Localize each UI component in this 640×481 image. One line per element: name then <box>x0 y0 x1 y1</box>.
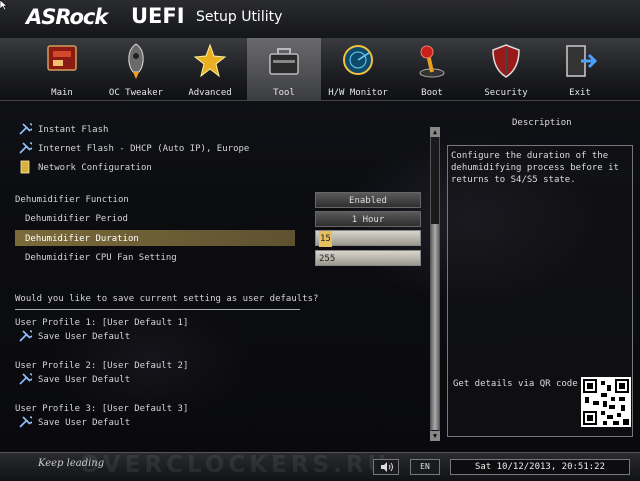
menu-item-network-configuration[interactable]: Network Configuration <box>38 163 152 173</box>
user-profile-2-title: User Profile 2: [User Default 2] <box>15 361 189 371</box>
tab-tool-label: Tool <box>273 88 295 98</box>
tab-security-label: Security <box>484 88 528 98</box>
scroll-up-icon[interactable]: ▲ <box>430 127 440 137</box>
radar-icon <box>343 45 373 75</box>
tab-security[interactable]: Security <box>469 38 543 100</box>
wrench-icon <box>19 373 32 385</box>
duration-input-value: 15 <box>319 231 332 247</box>
wrench-icon <box>19 123 32 135</box>
joystick-icon <box>419 45 445 78</box>
save-user-default-2-button[interactable]: Save User Default <box>38 375 130 385</box>
user-profile-3-title: User Profile 3: [User Default 3] <box>15 404 189 414</box>
dehumidifier-function-select[interactable]: Enabled <box>315 192 421 208</box>
tab-advanced[interactable]: Advanced <box>173 38 247 100</box>
tab-tool[interactable]: Tool <box>247 38 321 100</box>
wrench-icon <box>19 142 32 154</box>
wrench-icon <box>19 416 32 428</box>
dehumidifier-cpu-fan-input[interactable]: 255 <box>315 250 421 266</box>
main-nav: Main OC Tweaker Advanced Tool H/W Monito… <box>0 38 640 101</box>
star-icon <box>193 43 227 78</box>
watermark: OVERCLOCKERS.RU <box>80 452 391 478</box>
dehumidifier-function-label: Dehumidifier Function <box>15 195 129 205</box>
mouse-cursor-icon <box>0 0 8 10</box>
dehumidifier-duration-input[interactable]: 15 <box>315 230 421 247</box>
tab-oc-tweaker[interactable]: OC Tweaker <box>99 38 173 100</box>
folder-icon <box>20 160 30 174</box>
scrollbar-thumb[interactable] <box>431 224 439 430</box>
dehumidifier-duration-label: Dehumidifier Duration <box>25 234 139 244</box>
dehumidifier-cpu-fan-label: Dehumidifier CPU Fan Setting <box>25 253 177 263</box>
product-subtitle: Setup Utility <box>196 9 283 25</box>
toolbox-icon <box>269 48 299 75</box>
shield-icon <box>492 44 520 78</box>
menu-item-internet-flash[interactable]: Internet Flash - DHCP (Auto IP), Europe <box>38 144 249 154</box>
description-text: Configure the duration of the dehumidify… <box>451 151 619 185</box>
tab-exit[interactable]: Exit <box>543 38 617 100</box>
product-name: UEFI <box>131 4 185 28</box>
scroll-down-icon[interactable]: ▼ <box>430 431 440 441</box>
tab-boot[interactable]: Boot <box>395 38 469 100</box>
tab-boot-label: Boot <box>421 88 443 98</box>
tab-main[interactable]: Main <box>25 38 99 100</box>
sound-button[interactable] <box>373 459 399 475</box>
menu-item-instant-flash[interactable]: Instant Flash <box>38 125 108 135</box>
dehumidifier-period-label: Dehumidifier Period <box>25 214 128 224</box>
qr-code-icon <box>581 377 631 427</box>
save-user-default-3-button[interactable]: Save User Default <box>38 418 130 428</box>
date-time-display: Sat 10/12/2013, 20:51:22 <box>450 459 630 475</box>
tab-hw-monitor-label: H/W Monitor <box>328 88 388 98</box>
tab-hw-monitor[interactable]: H/W Monitor <box>321 38 395 100</box>
dehumidifier-period-select[interactable]: 1 Hour <box>315 211 421 227</box>
tab-exit-label: Exit <box>569 88 591 98</box>
main-board-icon <box>47 45 77 71</box>
rocket-icon <box>128 43 144 79</box>
save-user-default-1-button[interactable]: Save User Default <box>38 332 130 342</box>
tab-oc-tweaker-label: OC Tweaker <box>108 88 164 98</box>
language-button[interactable]: EN <box>410 459 440 475</box>
speaker-icon <box>381 462 393 472</box>
brand-logo: ASRock <box>26 5 108 29</box>
exit-door-icon <box>566 45 597 77</box>
description-title: Description <box>512 118 572 128</box>
tab-main-label: Main <box>51 88 73 98</box>
user-profile-1-title: User Profile 1: [User Default 1] <box>15 318 189 328</box>
wrench-icon <box>19 330 32 342</box>
qr-code-label: Get details via QR code <box>453 379 578 389</box>
save-defaults-question: Would you like to save current setting a… <box>15 294 319 304</box>
tab-advanced-label: Advanced <box>188 88 232 98</box>
title-bar: ASRock UEFI Setup Utility <box>0 0 640 38</box>
section-divider <box>15 309 300 310</box>
